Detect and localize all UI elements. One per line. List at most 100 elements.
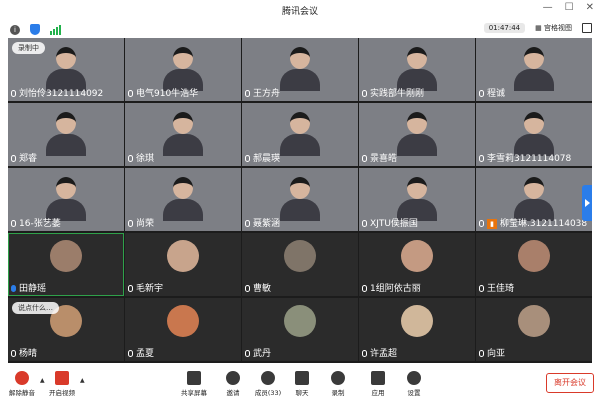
participant-name: 实践部牛刚刚 (362, 86, 424, 99)
participant-tile[interactable]: 实践部牛刚刚 (359, 38, 475, 101)
microphone-icon (479, 155, 484, 162)
participant-tile[interactable]: 王佳琦 (476, 233, 592, 296)
participant-name: 电气910牛浩华 (128, 86, 198, 99)
record-icon (331, 371, 345, 385)
participant-tile[interactable]: 程诚 (476, 38, 592, 101)
share-screen-label: 共享屏幕 (181, 389, 207, 397)
microphone-icon (11, 350, 16, 357)
network-signal-icon[interactable] (50, 24, 61, 35)
avatar (167, 240, 199, 272)
participant-name-text: 郝晨瑛 (253, 154, 281, 164)
avatar (518, 305, 550, 337)
invite-button[interactable]: 邀请 (213, 371, 253, 397)
participant-tile[interactable]: 尚荣 (125, 168, 241, 231)
video-options-caret-icon[interactable]: ▲ (80, 377, 85, 384)
fullscreen-icon[interactable] (582, 23, 592, 33)
apps-icon (371, 371, 385, 385)
participant-name-text: 曹敏 (253, 284, 272, 294)
participant-name: 杨晴 (11, 346, 37, 359)
participant-tile[interactable]: 电气910牛浩华 (125, 38, 241, 101)
participant-name-text: 16-张艺萎 (19, 219, 61, 229)
microphone-muted-icon (15, 371, 29, 385)
microphone-icon (479, 285, 484, 292)
participant-tile[interactable]: 王方舟 (242, 38, 358, 101)
settings-label: 设置 (407, 389, 421, 397)
chat-icon (295, 371, 309, 385)
meeting-timer: 01:47:44 (483, 23, 526, 33)
participant-name-text: 电气910牛浩华 (136, 89, 199, 99)
participant-name-text: 许孟超 (370, 349, 398, 359)
participant-video (514, 112, 554, 156)
participant-tile[interactable]: 郑睿 (8, 103, 124, 166)
microphone-icon (362, 155, 367, 162)
maximize-icon[interactable]: ☐ (565, 2, 574, 13)
security-shield-icon[interactable] (30, 24, 40, 35)
record-button[interactable]: 录制 (318, 371, 358, 397)
participant-name: 王方舟 (245, 86, 280, 99)
participant-name: 孟夏 (128, 346, 154, 359)
leave-meeting-button[interactable]: 离开会议 (546, 373, 594, 393)
microphone-icon (128, 285, 133, 292)
meeting-info-icon[interactable]: i (10, 24, 20, 35)
next-page-arrow-icon[interactable] (582, 185, 592, 221)
minimize-icon[interactable]: — (543, 2, 553, 13)
participant-video (514, 47, 554, 91)
participant-video (46, 112, 86, 156)
participant-video (163, 47, 203, 91)
unmute-button[interactable]: 解除静音 (2, 371, 42, 397)
chat-button[interactable]: 聊天 (282, 371, 322, 397)
participant-name-text: 1组阿依古丽 (370, 284, 421, 294)
participant-name: XJTU侯振国 (362, 216, 418, 229)
participant-tile[interactable]: 说点什么… 杨晴 (8, 298, 124, 361)
microphone-icon (245, 155, 250, 162)
settings-button[interactable]: 设置 (394, 371, 434, 397)
participant-tile[interactable]: 向亚 (476, 298, 592, 361)
participant-tile[interactable]: XJTU侯振国 (359, 168, 475, 231)
participant-video (514, 177, 554, 221)
participant-tile[interactable]: 许孟超 (359, 298, 475, 361)
microphone-icon (128, 90, 133, 97)
participant-tile[interactable]: 郝晨瑛 (242, 103, 358, 166)
members-label: 成员(33) (254, 389, 282, 397)
chat-label: 聊天 (295, 389, 309, 397)
participant-name: 程诚 (479, 86, 505, 99)
avatar (518, 240, 550, 272)
participant-tile[interactable]: 武丹 (242, 298, 358, 361)
participant-name: 向亚 (479, 346, 505, 359)
microphone-icon (479, 350, 484, 357)
participant-tile[interactable]: 李雪莉3121114078 (476, 103, 592, 166)
participant-tile[interactable]: 16-张艺萎 (8, 168, 124, 231)
participant-tile[interactable]: 毛新宇 (125, 233, 241, 296)
participant-tile[interactable]: 录制中 刘怡伶3121114092 (8, 38, 124, 101)
participant-video (163, 112, 203, 156)
apps-button[interactable]: 应用 (358, 371, 398, 397)
participant-tile[interactable]: 田静瑶 (8, 233, 124, 296)
participant-name-text: 实践部牛刚刚 (370, 89, 425, 99)
avatar (284, 240, 316, 272)
avatar (401, 305, 433, 337)
participant-name-text: 田静瑶 (19, 284, 47, 294)
apps-label: 应用 (371, 389, 385, 397)
start-video-button[interactable]: 开启视频 (42, 371, 82, 397)
participant-video (280, 112, 320, 156)
participant-tile[interactable]: 孟夏 (125, 298, 241, 361)
participant-name-text: 程诚 (487, 89, 506, 99)
participant-tile[interactable]: 1组阿依古丽 (359, 233, 475, 296)
participant-tile[interactable]: 徐琪 (125, 103, 241, 166)
participant-tile[interactable]: ▮ 柳莹琳.3121114038 (476, 168, 592, 231)
participant-tile[interactable]: 聂紫涵 (242, 168, 358, 231)
share-screen-button[interactable]: 共享屏幕 (174, 371, 214, 397)
participant-name: 曹敏 (245, 281, 271, 294)
participant-tile[interactable]: 景喜皓 (359, 103, 475, 166)
participant-video (397, 177, 437, 221)
participant-name: 武丹 (245, 346, 271, 359)
microphone-icon (128, 220, 133, 227)
close-icon[interactable]: ✕ (586, 2, 594, 13)
participant-name-text: 王佳琦 (487, 284, 515, 294)
microphone-icon (11, 220, 16, 227)
view-mode-button[interactable]: ▦ 宫格视图 (535, 23, 572, 33)
participant-tile[interactable]: 曹敏 (242, 233, 358, 296)
microphone-icon (479, 90, 484, 97)
microphone-icon (128, 350, 133, 357)
participant-name: 王佳琦 (479, 281, 514, 294)
